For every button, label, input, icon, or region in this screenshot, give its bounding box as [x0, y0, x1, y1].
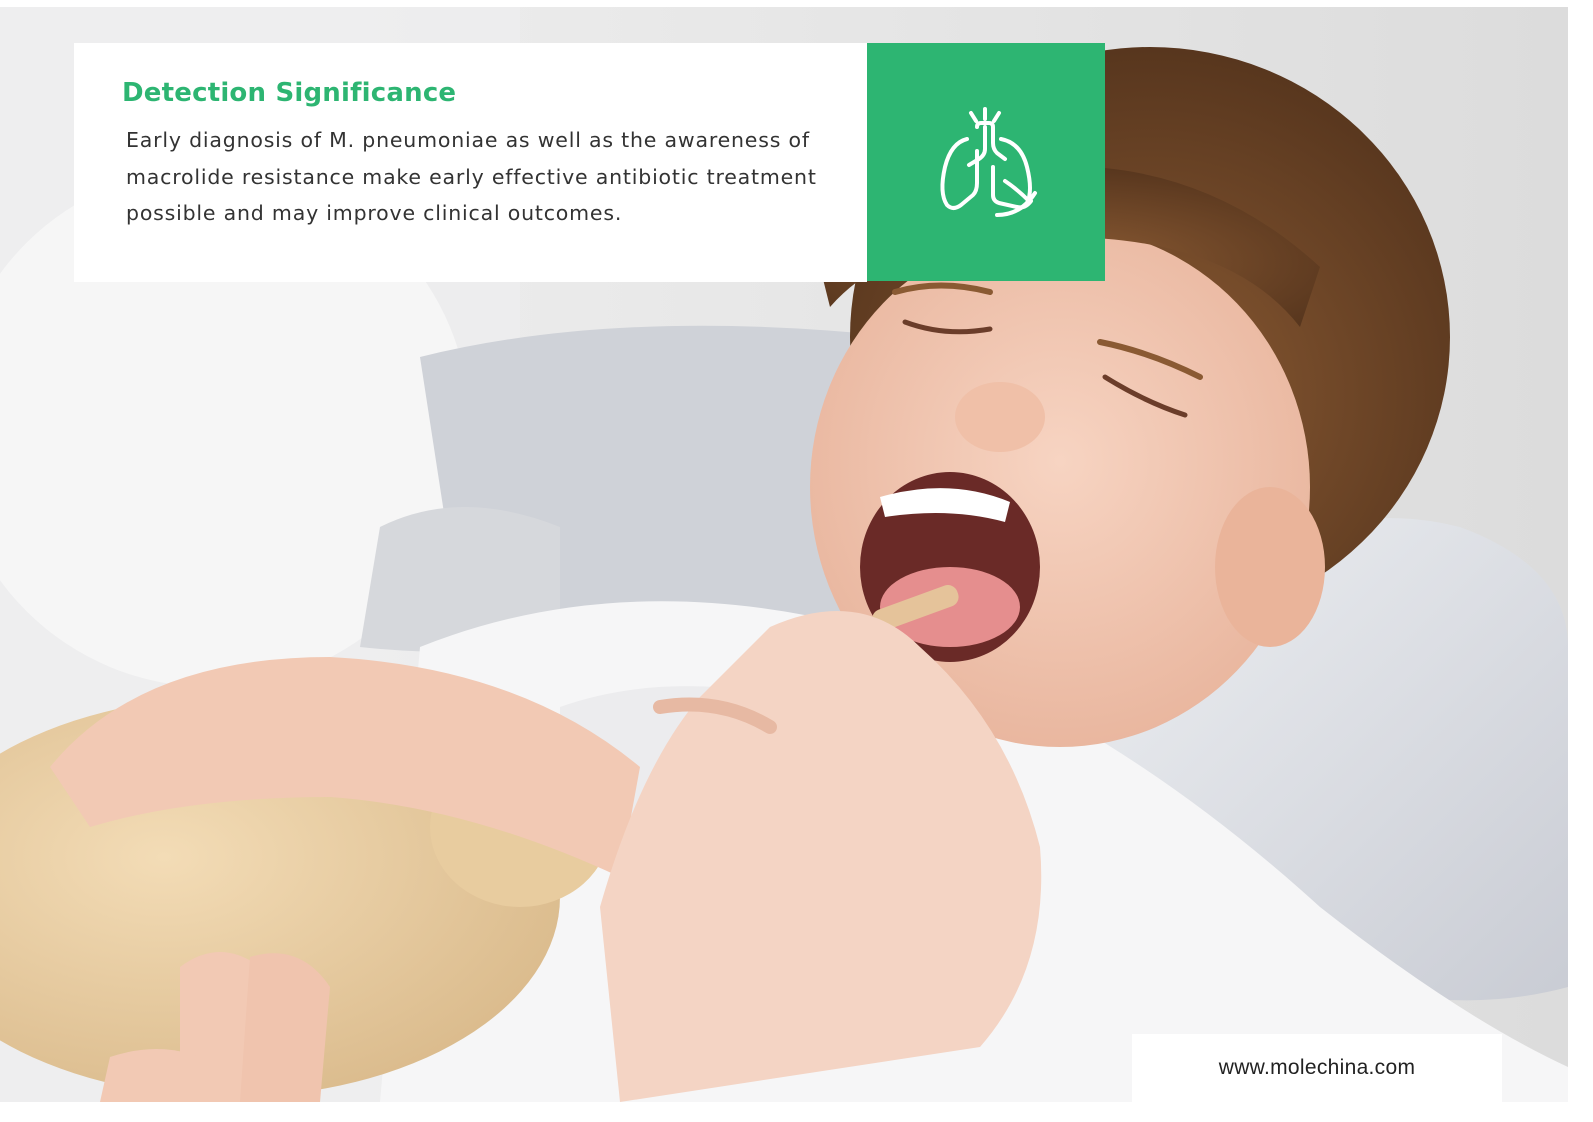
section-body: Early diagnosis of M. pneumoniae as well…	[126, 128, 817, 225]
icon-box	[867, 43, 1105, 281]
info-card: Detection Significance Early diagnosis o…	[74, 43, 867, 282]
section-title: Detection Significance	[122, 78, 457, 108]
lungs-icon	[940, 107, 1037, 217]
website-url[interactable]: www.molechina.com	[1219, 1056, 1416, 1080]
website-url-box: www.molechina.com	[1132, 1034, 1502, 1102]
page: Detection Significance Early diagnosis o…	[0, 0, 1593, 1122]
